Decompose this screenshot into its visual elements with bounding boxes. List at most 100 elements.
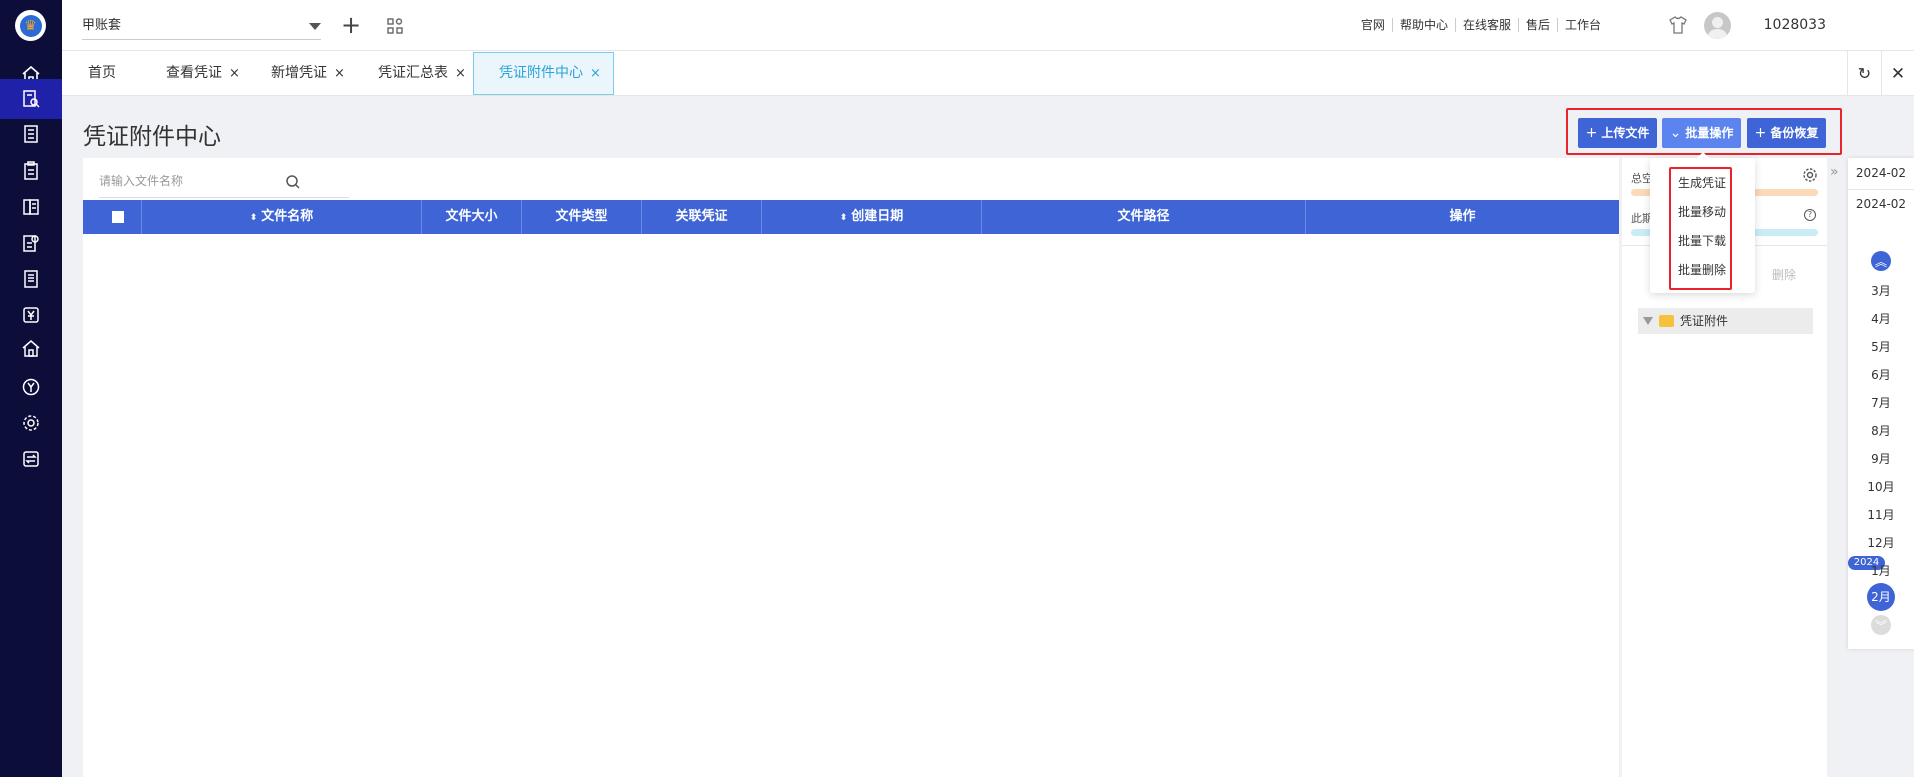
plus-icon: +: [1585, 125, 1598, 141]
currency-icon[interactable]: [0, 367, 62, 407]
link-online-support[interactable]: 在线客服: [1456, 18, 1519, 32]
settings-gear-icon[interactable]: [1802, 167, 1818, 183]
sort-icon: ⬍: [249, 213, 258, 223]
close-icon[interactable]: ×: [229, 66, 240, 81]
close-icon[interactable]: ×: [455, 66, 466, 81]
caret-down-icon: [309, 23, 321, 30]
building-icon[interactable]: [0, 329, 62, 369]
batch-operation-label: 批量操作: [1685, 126, 1734, 140]
menu-item-batch-download[interactable]: 批量下载: [1678, 232, 1726, 249]
chevron-down-icon: ⌄: [1669, 125, 1682, 141]
tab-new-voucher[interactable]: 新增凭证 ×: [271, 51, 345, 95]
batch-operation-menu: 生成凭证 批量移动 批量下载 批量删除: [1650, 152, 1755, 293]
scroll-down-icon[interactable]: ︾: [1871, 615, 1891, 635]
header-file-name[interactable]: ⬍ 文件名称: [142, 200, 422, 234]
month-item[interactable]: 4月: [1848, 310, 1914, 327]
close-all-tabs-icon[interactable]: ✕: [1881, 51, 1914, 96]
tab-view-voucher[interactable]: 查看凭证 ×: [166, 51, 240, 95]
period-end[interactable]: 2024-02: [1848, 189, 1914, 220]
link-help-center[interactable]: 帮助中心: [1393, 18, 1456, 32]
tab-label: 查看凭证: [166, 65, 222, 81]
help-icon[interactable]: ?: [1804, 209, 1816, 221]
header-file-type: 文件类型: [522, 200, 642, 234]
close-icon[interactable]: ×: [590, 66, 601, 81]
menu-item-batch-move[interactable]: 批量移动: [1678, 203, 1726, 220]
account-name: 甲账套: [82, 18, 122, 33]
search-input[interactable]: [99, 166, 299, 196]
header-label: 操作: [1449, 209, 1476, 224]
transfer-icon[interactable]: [0, 439, 62, 479]
header-created-date[interactable]: ⬍ 创建日期: [762, 200, 982, 234]
book-icon[interactable]: [0, 187, 62, 227]
header-label: 文件类型: [555, 209, 608, 224]
header-label: 文件路径: [1117, 209, 1170, 224]
app-logo[interactable]: ♛: [15, 10, 46, 41]
month-item[interactable]: 6月: [1848, 366, 1914, 383]
link-official-site[interactable]: 官网: [1354, 18, 1393, 32]
folder-tree-item[interactable]: 凭证附件: [1638, 308, 1813, 334]
user-id[interactable]: 1028033: [1764, 17, 1826, 33]
report-settings-icon[interactable]: [0, 223, 62, 263]
ledger-icon[interactable]: [0, 114, 62, 154]
tab-voucher-summary[interactable]: 凭证汇总表 ×: [378, 51, 466, 95]
sort-icon: ⬍: [839, 213, 848, 223]
avatar[interactable]: [1704, 12, 1731, 39]
refresh-icon[interactable]: ↻: [1847, 51, 1881, 96]
tab-label: 凭证汇总表: [378, 65, 448, 81]
document-icon[interactable]: [0, 259, 62, 299]
period-start[interactable]: 2024-02: [1848, 158, 1914, 189]
menu-item-generate-voucher[interactable]: 生成凭证: [1678, 174, 1726, 191]
close-icon[interactable]: ×: [334, 66, 345, 81]
tab-attachment-center[interactable]: 凭证附件中心 ×: [473, 52, 614, 95]
header-file-size: 文件大小: [422, 200, 522, 234]
tshirt-icon[interactable]: [1668, 15, 1688, 35]
file-table-panel: ⬍文件名称 文件大小 文件类型 关联凭证 ⬍创建日期 文件路径 操作: [83, 158, 1619, 777]
header-label: 创建日期: [851, 209, 904, 224]
month-item[interactable]: 12月: [1848, 534, 1914, 551]
header-label: 文件名称: [261, 209, 314, 224]
plus-icon: +: [1754, 125, 1767, 141]
month-item[interactable]: 9月: [1848, 450, 1914, 467]
top-links: 官网 帮助中心 在线客服 售后 工作台: [1354, 18, 1608, 32]
account-selector[interactable]: 甲账套: [82, 14, 321, 40]
gear-icon[interactable]: [0, 403, 62, 443]
folder-name: 凭证附件: [1680, 314, 1729, 328]
voucher-search-icon[interactable]: [0, 79, 62, 119]
top-bar: 甲账套 + 官网 帮助中心 在线客服 售后 工作台 1028033: [62, 0, 1914, 51]
apps-grid-icon[interactable]: [387, 18, 403, 34]
left-nav-sidebar: ♛: [0, 0, 62, 777]
file-search: [99, 166, 349, 198]
header-linked-voucher: 关联凭证: [642, 200, 762, 234]
backup-restore-button[interactable]: + 备份恢复: [1747, 118, 1826, 148]
period-selector: 2024-02 2024-02 ︽ 3月 4月 5月 6月 7月 8月 9月 1…: [1848, 158, 1914, 649]
expand-triangle-icon[interactable]: [1643, 317, 1653, 325]
folder-icon: [1659, 315, 1674, 327]
month-item[interactable]: 1月: [1848, 562, 1914, 579]
month-item[interactable]: 3月: [1848, 282, 1914, 299]
page-title: 凭证附件中心: [83, 124, 221, 150]
select-all-checkbox[interactable]: [112, 211, 124, 223]
delete-folder-button[interactable]: 删除: [1772, 266, 1796, 283]
batch-operation-button[interactable]: ⌄ 批量操作: [1662, 118, 1741, 148]
tab-label: 凭证附件中心: [499, 65, 583, 81]
table-header: ⬍ 文件名称 文件大小 文件类型 关联凭证 ⬍ 创建日期 文件路径 操作: [83, 200, 1619, 234]
tab-home[interactable]: 首页: [88, 51, 116, 95]
menu-item-batch-delete[interactable]: 批量删除: [1678, 261, 1726, 278]
collapse-panel-icon[interactable]: »: [1830, 164, 1839, 180]
month-item[interactable]: 8月: [1848, 422, 1914, 439]
month-item[interactable]: 11月: [1848, 506, 1914, 523]
month-item[interactable]: 7月: [1848, 394, 1914, 411]
scroll-up-icon[interactable]: ︽: [1871, 251, 1891, 271]
month-item[interactable]: 10月: [1848, 478, 1914, 495]
month-item[interactable]: 5月: [1848, 338, 1914, 355]
link-after-sales[interactable]: 售后: [1519, 18, 1558, 32]
link-workbench[interactable]: 工作台: [1558, 18, 1608, 32]
current-month[interactable]: 2月: [1867, 583, 1895, 611]
tab-label: 新增凭证: [271, 65, 327, 81]
add-icon[interactable]: +: [341, 13, 361, 37]
upload-file-button[interactable]: + 上传文件: [1578, 118, 1657, 148]
trophy-icon: ♛: [19, 14, 42, 37]
backup-restore-label: 备份恢复: [1770, 126, 1819, 140]
clipboard-icon[interactable]: [0, 151, 62, 191]
search-icon[interactable]: [285, 174, 301, 190]
